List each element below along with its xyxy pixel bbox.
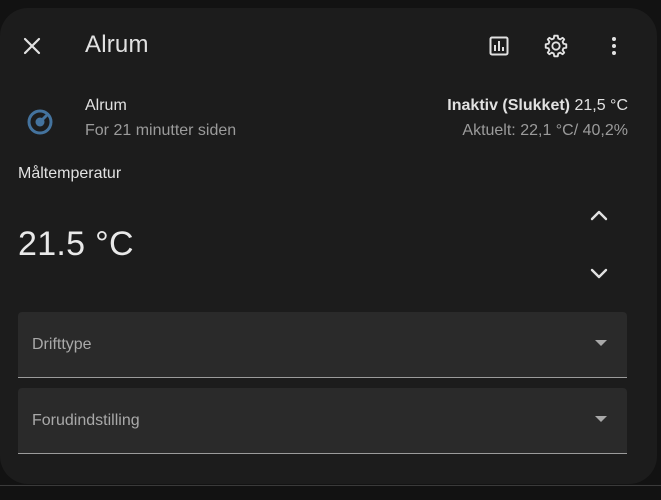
hvac-mode-select[interactable]: Drifttype xyxy=(18,312,627,378)
entity-icon-badge xyxy=(24,106,56,138)
dropdown-arrow-icon xyxy=(595,340,607,346)
target-temperature-value: 21.5 °C xyxy=(18,225,134,263)
target-temperature-label: Måltemperatur xyxy=(18,165,122,182)
state-setpoint: 21,5 °C xyxy=(574,97,628,114)
settings-button[interactable] xyxy=(536,26,576,66)
more-vertical-icon xyxy=(612,37,616,55)
current-temperature: Aktuelt: 22,1 °C/ 40,2% xyxy=(462,122,628,139)
decrease-temperature-button[interactable] xyxy=(579,253,619,293)
dialog-title: Alrum xyxy=(85,31,149,58)
increase-temperature-button[interactable] xyxy=(579,196,619,236)
gear-icon xyxy=(544,34,568,58)
entity-state-row: Alrum For 21 minutter siden Inaktiv (Slu… xyxy=(0,84,657,154)
hvac-state: Inaktiv (Slukket) xyxy=(447,97,570,114)
dropdown-arrow-icon xyxy=(595,416,607,422)
chart-icon xyxy=(489,36,509,56)
last-changed: For 21 minutter siden xyxy=(85,122,237,139)
state-line: Inaktiv (Slukket) 21,5 °C xyxy=(447,97,628,115)
chevron-up-icon xyxy=(590,210,608,221)
dialog-header: Alrum xyxy=(0,8,657,84)
preset-label: Forudindstilling xyxy=(32,412,140,429)
entity-name: Alrum xyxy=(85,97,127,114)
history-button[interactable] xyxy=(479,26,519,66)
hvac-mode-label: Drifttype xyxy=(32,336,92,353)
chevron-down-icon xyxy=(590,268,608,279)
close-button[interactable] xyxy=(12,26,52,66)
backdrop-divider xyxy=(0,485,661,486)
close-icon xyxy=(23,37,41,55)
more-options-button[interactable] xyxy=(594,26,634,66)
thermostat-icon xyxy=(27,109,53,135)
more-info-dialog: Alrum Alrum For 21 minutter siden Inakti… xyxy=(0,8,657,484)
preset-select[interactable]: Forudindstilling xyxy=(18,388,627,454)
